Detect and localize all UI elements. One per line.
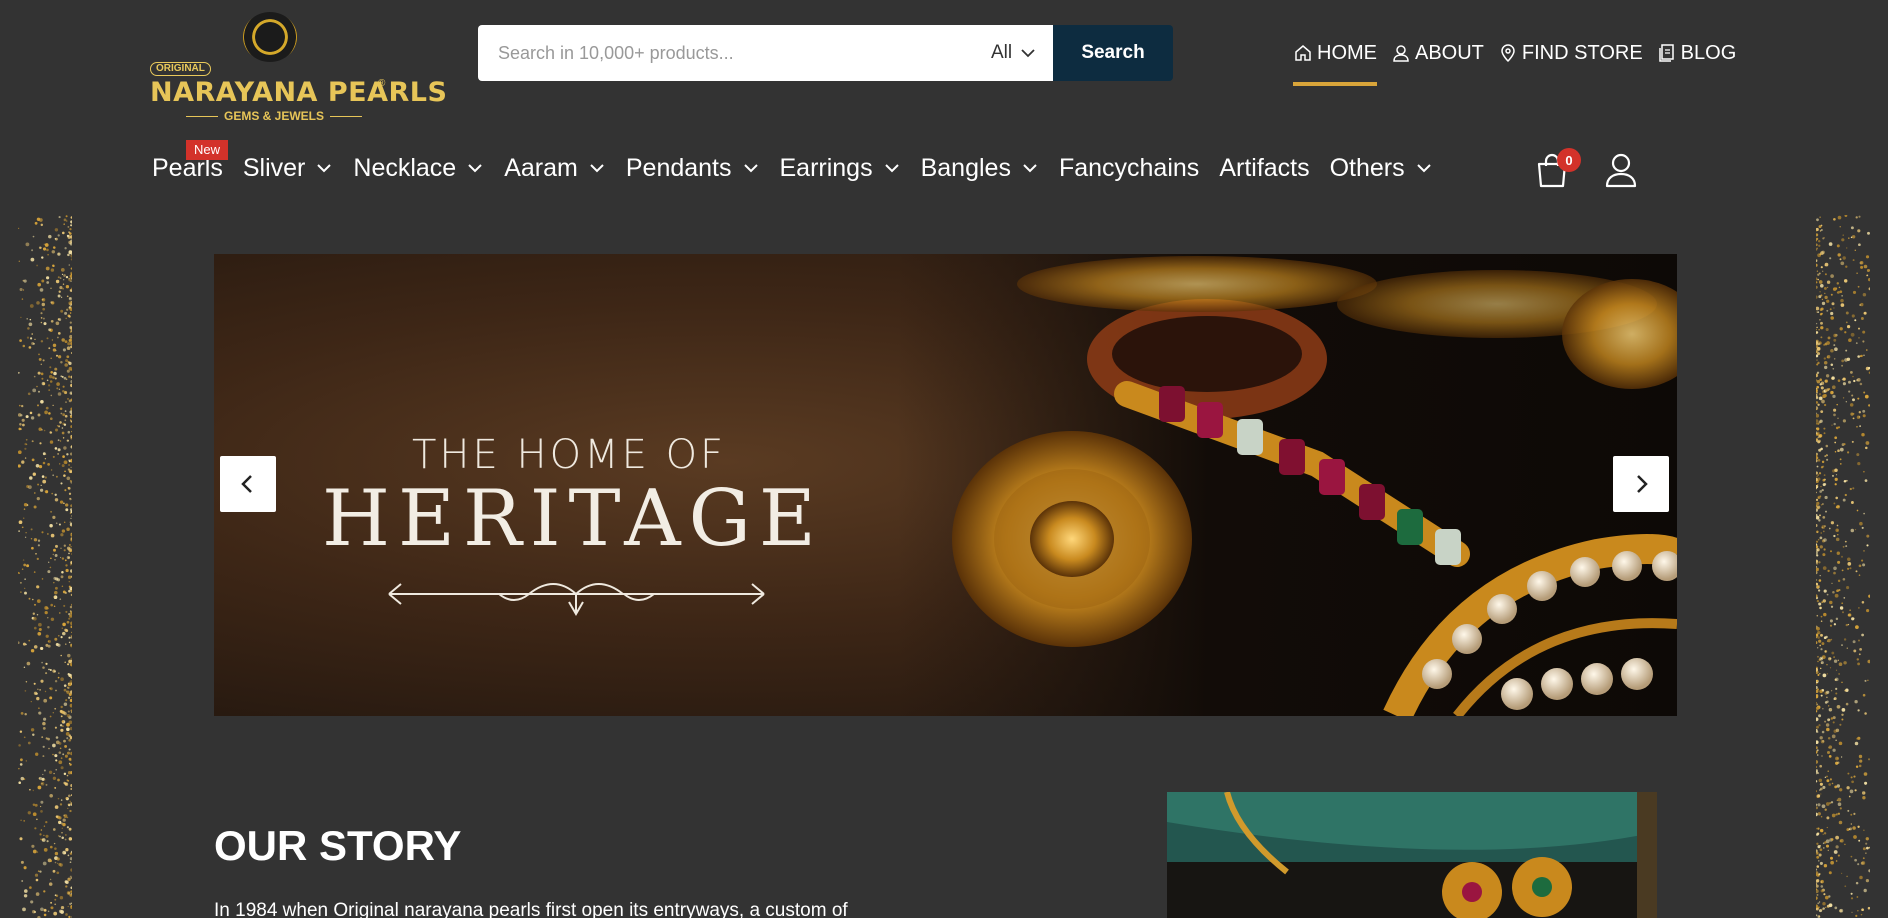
nav-item-aaram[interactable]: Aaram xyxy=(504,154,606,183)
story-image xyxy=(1167,792,1657,918)
story-paragraph: In 1984 when Original narayana pearls fi… xyxy=(214,900,848,918)
glitter-border-right xyxy=(1816,215,1870,918)
nav-item-bangles[interactable]: Bangles xyxy=(921,154,1039,183)
nav-item-pendants[interactable]: Pendants xyxy=(626,154,760,183)
search-bar: All Search xyxy=(478,25,1173,81)
chevron-down-icon xyxy=(884,164,899,173)
chevron-down-icon xyxy=(317,164,332,173)
search-button[interactable]: Search xyxy=(1053,25,1173,81)
jewellery-image xyxy=(897,254,1677,716)
brand-logo[interactable]: ORIGINAL NARAYANA PEARLS ® GEMS & JEWELS xyxy=(150,12,447,123)
nav-item-label: Sliver xyxy=(242,153,306,182)
earrings-image xyxy=(1167,792,1657,918)
nav-item-necklace[interactable]: Necklace xyxy=(353,154,484,183)
chevron-down-icon xyxy=(743,164,758,173)
logo-original-badge: ORIGINAL xyxy=(150,62,211,76)
nav-item-label: Pendants xyxy=(625,153,732,182)
home-icon xyxy=(1295,45,1311,61)
account-button[interactable] xyxy=(1604,152,1638,188)
carousel-prev-button[interactable] xyxy=(220,456,276,512)
nav-item-fancychains[interactable]: Fancychains xyxy=(1059,154,1199,183)
nav-item-label: Bangles xyxy=(920,153,1011,182)
chevron-down-icon xyxy=(1023,164,1037,173)
flourish-ornament-icon xyxy=(388,583,765,616)
logo-registered-mark: ® xyxy=(378,78,386,89)
glitter-border-left xyxy=(18,215,72,918)
glitter-pattern xyxy=(18,215,72,918)
nav-item-sliver[interactable]: Sliver xyxy=(243,154,334,183)
top-link-home[interactable]: HOME xyxy=(1293,40,1377,86)
chevron-left-icon xyxy=(241,475,252,493)
emblem-icon xyxy=(243,12,297,62)
nav-item-others[interactable]: Others xyxy=(1330,154,1433,183)
user-icon xyxy=(1393,45,1409,62)
user-icon xyxy=(1605,153,1637,188)
cart-count-badge: 0 xyxy=(1557,148,1581,172)
top-link-find-store[interactable]: FIND STORE xyxy=(1498,40,1643,66)
logo-brand-name: NARAYANA PEARLS xyxy=(150,77,448,108)
cart-button[interactable]: 0 xyxy=(1535,148,1581,188)
chevron-down-icon xyxy=(1021,49,1035,58)
nav-item-earrings[interactable]: Earrings xyxy=(780,154,901,183)
top-nav: HOME ABOUT FIND STORE BLOG xyxy=(1293,40,1737,86)
chevron-down-icon xyxy=(1416,164,1431,173)
glitter-pattern xyxy=(1816,215,1870,918)
nav-item-pearls[interactable]: New Pearls xyxy=(152,139,229,183)
top-link-blog[interactable]: BLOG xyxy=(1657,40,1737,66)
search-input[interactable] xyxy=(478,25,977,81)
nav-item-label: Earrings xyxy=(779,153,873,182)
category-select[interactable]: All xyxy=(977,25,1053,81)
location-pin-icon xyxy=(1501,44,1515,63)
top-link-about[interactable]: ABOUT xyxy=(1391,40,1484,66)
top-link-label: HOME xyxy=(1317,41,1377,64)
category-select-value: All xyxy=(991,42,1013,63)
nav-item-label: Others xyxy=(1329,153,1405,182)
hero-title-line1: THE HOME OF xyxy=(412,432,727,478)
nav-item-label: Artifacts xyxy=(1219,153,1310,182)
top-link-label: BLOG xyxy=(1680,41,1737,64)
document-icon xyxy=(1658,44,1674,62)
new-badge: New xyxy=(186,139,229,160)
story-heading: OUR STORY xyxy=(214,822,462,869)
hero-title-line2: HERITAGE xyxy=(322,474,824,564)
chevron-down-icon xyxy=(590,164,604,173)
top-link-label: FIND STORE xyxy=(1521,41,1643,64)
logo-tagline: GEMS & JEWELS xyxy=(180,109,368,123)
carousel-next-button[interactable] xyxy=(1613,456,1669,512)
category-nav: New Pearls Sliver Necklace Aaram Pendant… xyxy=(152,139,1433,186)
top-link-label: ABOUT xyxy=(1415,41,1484,64)
chevron-down-icon xyxy=(468,164,482,173)
chevron-right-icon xyxy=(1637,475,1648,493)
nav-item-label: Necklace xyxy=(353,153,457,182)
hero-banner[interactable]: THE HOME OF HERITAGE xyxy=(214,254,1677,716)
nav-item-label: Fancychains xyxy=(1058,153,1200,182)
nav-item-label: Aaram xyxy=(504,153,578,182)
nav-item-artifacts[interactable]: Artifacts xyxy=(1219,154,1309,183)
